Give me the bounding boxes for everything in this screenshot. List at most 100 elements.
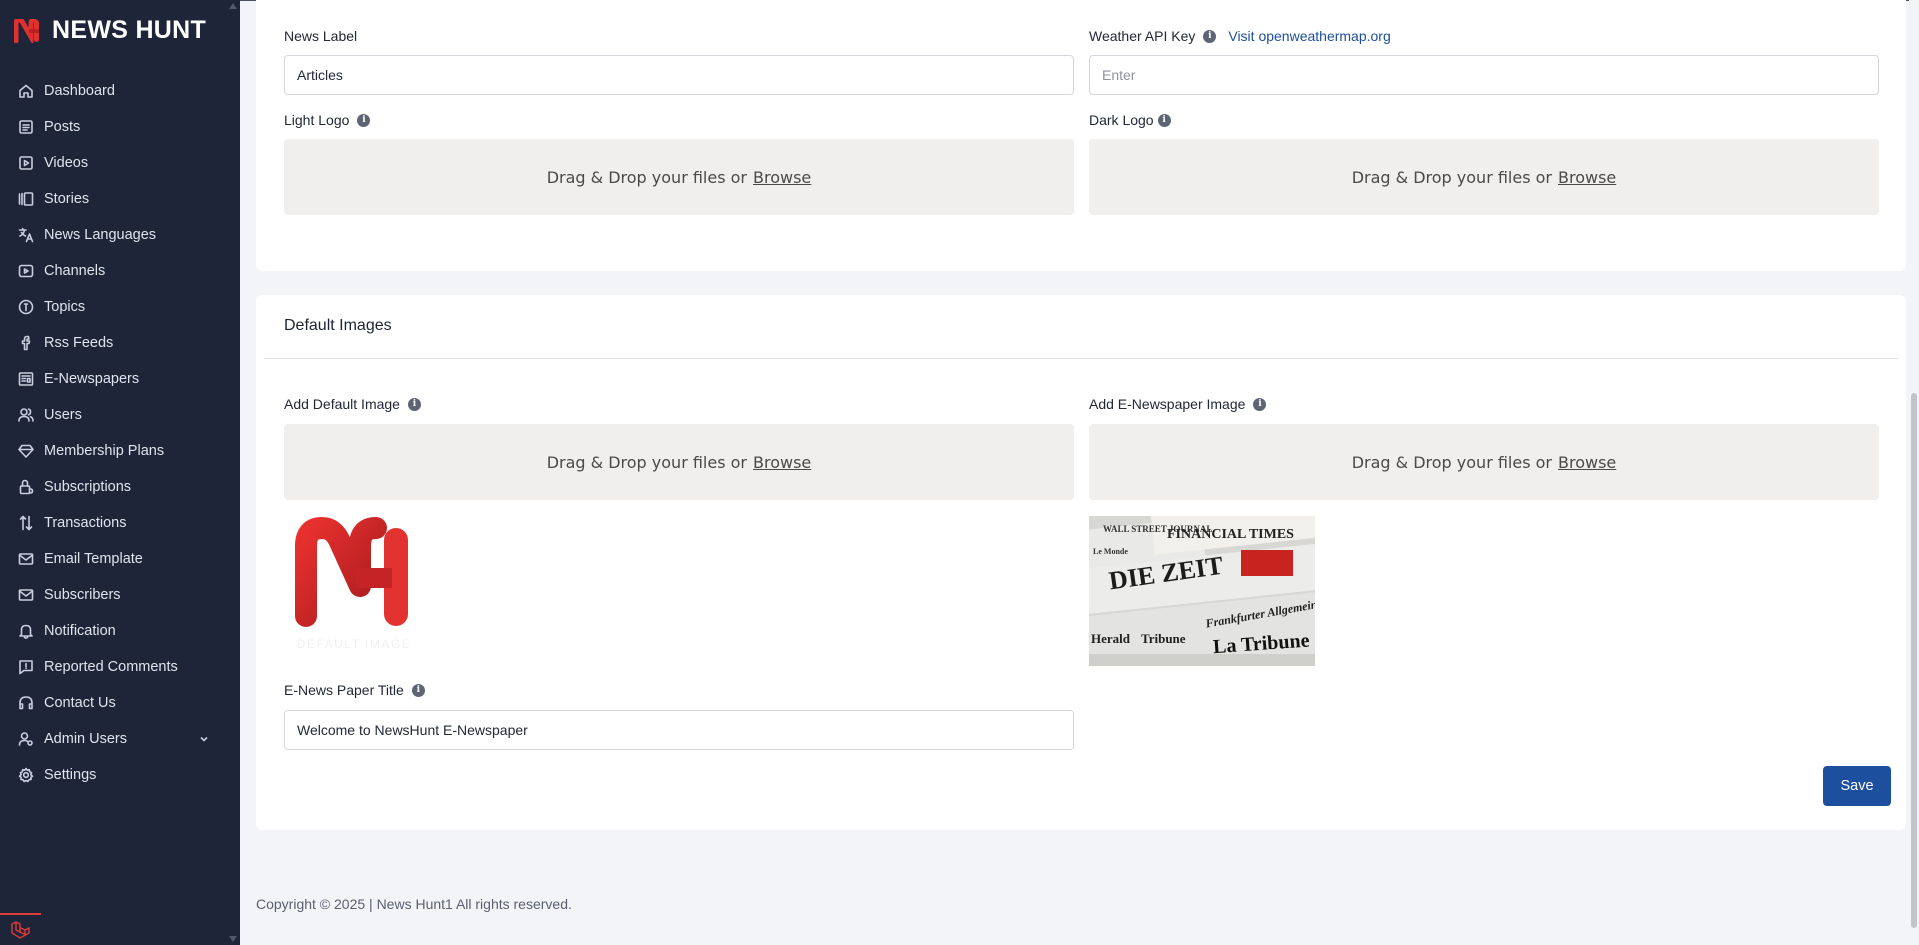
- sidebar-item-membership-plans[interactable]: Membership Plans: [0, 433, 240, 469]
- sidebar-item-label: Membership Plans: [44, 443, 165, 459]
- dropzone-text: Drag & Drop your files or: [546, 167, 748, 187]
- dark-logo-dropzone[interactable]: Drag & Drop your files or Browse: [1089, 139, 1879, 215]
- page-scrollbar[interactable]: [1909, 0, 1919, 945]
- add-default-image-label: Add Default Image i: [284, 396, 421, 412]
- enewspaper-image-dropzone[interactable]: Drag & Drop your files or Browse: [1089, 424, 1879, 500]
- browse-link[interactable]: Browse: [1558, 453, 1616, 472]
- info-icon[interactable]: i: [1203, 29, 1217, 43]
- sidebar-item-settings[interactable]: Settings: [0, 757, 240, 793]
- sidebar-item-label: Topics: [44, 299, 86, 315]
- sidebar-item-label: News Languages: [44, 227, 157, 243]
- default-image-preview: DEFAULT IMAGE: [295, 517, 410, 651]
- sidebar: NEWS HUNT Dashboard Posts Videos Stories…: [0, 0, 240, 945]
- sidebar-item-admin-users[interactable]: Admin Users: [0, 721, 240, 757]
- sidebar-item-users[interactable]: Users: [0, 397, 240, 433]
- rss-icon: [18, 335, 34, 351]
- sidebar-item-label: E-Newspapers: [44, 371, 140, 387]
- default-images-card: Default Images Add Default Image i Drag …: [256, 295, 1906, 830]
- sidebar-item-dashboard[interactable]: Dashboard: [0, 73, 240, 109]
- sidebar-item-label: Users: [44, 407, 82, 423]
- light-logo-text: Light Logo: [284, 112, 350, 128]
- openweathermap-link[interactable]: Visit openweathermap.org: [1228, 28, 1390, 44]
- enews-title-input[interactable]: [284, 710, 1074, 750]
- sidebar-item-label: Dashboard: [44, 83, 115, 99]
- sidebar-item-label: Admin Users: [44, 731, 127, 747]
- sidebar-item-contact-us[interactable]: Contact Us: [0, 685, 240, 721]
- sidebar-item-stories[interactable]: Stories: [0, 181, 240, 217]
- default-image-dropzone[interactable]: Drag & Drop your files or Browse: [284, 424, 1074, 500]
- sidebar-item-email-template[interactable]: Email Template: [0, 541, 240, 577]
- mail-icon: [18, 587, 34, 603]
- users-icon: [18, 407, 34, 423]
- sidebar-item-news-languages[interactable]: News Languages: [0, 217, 240, 253]
- add-enewspaper-image-text: Add E-Newspaper Image: [1089, 396, 1246, 412]
- diamond-icon: [18, 443, 34, 459]
- save-button[interactable]: Save: [1823, 766, 1891, 806]
- light-logo-dropzone[interactable]: Drag & Drop your files or Browse: [284, 139, 1074, 215]
- weather-api-key-text: Weather API Key: [1089, 28, 1196, 44]
- sidebar-item-label: Reported Comments: [44, 659, 178, 675]
- sidebar-item-label: Subscribers: [44, 587, 121, 603]
- sidebar-item-transactions[interactable]: Transactions: [0, 505, 240, 541]
- weather-api-key-input[interactable]: [1089, 55, 1879, 95]
- headset-icon: [18, 695, 34, 711]
- scrollbar-thumb[interactable]: [1911, 393, 1917, 928]
- info-icon[interactable]: i: [407, 397, 421, 411]
- bell-icon: [18, 623, 34, 639]
- main-content: News Label Weather API Key i Visit openw…: [240, 0, 1919, 945]
- browse-link[interactable]: Browse: [753, 453, 811, 472]
- sidebar-item-subscribers[interactable]: Subscribers: [0, 577, 240, 613]
- debugbar-toggle[interactable]: [0, 913, 41, 945]
- home-icon: [18, 83, 34, 99]
- info-icon[interactable]: i: [411, 683, 425, 697]
- headline-le-monde: Le Monde: [1093, 547, 1128, 556]
- enews-title-label: E-News Paper Title i: [284, 682, 425, 698]
- language-icon: [18, 227, 34, 243]
- sidebar-item-label: Contact Us: [44, 695, 116, 711]
- browse-link[interactable]: Browse: [753, 168, 811, 187]
- section-title: Default Images: [284, 317, 392, 334]
- chevron-down-icon[interactable]: [198, 732, 210, 744]
- sidebar-item-posts[interactable]: Posts: [0, 109, 240, 145]
- footer-copyright: Copyright © 2025 | News Hunt1 All rights…: [256, 896, 572, 912]
- enews-title-text: E-News Paper Title: [284, 682, 404, 698]
- light-logo-label: Light Logo i: [284, 112, 371, 128]
- dropzone-text: Drag & Drop your files or: [1351, 167, 1553, 187]
- info-icon[interactable]: i: [357, 113, 371, 127]
- sidebar-item-reported-comments[interactable]: Reported Comments: [0, 649, 240, 685]
- sidebar-item-rss-feeds[interactable]: Rss Feeds: [0, 325, 240, 361]
- info-icon[interactable]: i: [1253, 397, 1267, 411]
- sidebar-item-label: Transactions: [44, 515, 127, 531]
- topic-icon: [18, 299, 34, 315]
- sidebar-item-label: Videos: [44, 155, 89, 171]
- sidebar-item-notification[interactable]: Notification: [0, 613, 240, 649]
- sidebar-scroll-down-arrow[interactable]: [229, 936, 237, 942]
- list-icon: [18, 119, 34, 135]
- sidebar-item-subscriptions[interactable]: Subscriptions: [0, 469, 240, 505]
- news-label-input[interactable]: [284, 55, 1074, 95]
- comment-alert-icon: [18, 659, 34, 675]
- transactions-icon: [18, 515, 34, 531]
- sidebar-item-channels[interactable]: Channels: [0, 253, 240, 289]
- sidebar-item-label: Posts: [44, 119, 81, 135]
- add-enewspaper-image-label: Add E-Newspaper Image i: [1089, 396, 1267, 412]
- sidebar-item-e-newspapers[interactable]: E-Newspapers: [0, 361, 240, 397]
- info-icon[interactable]: i: [1157, 113, 1171, 127]
- sidebar-item-videos[interactable]: Videos: [0, 145, 240, 181]
- enewspaper-image-preview: WALL STREET JOURNAL FINANCIAL TIMES Le M…: [1089, 516, 1315, 666]
- sidebar-scroll-up-arrow[interactable]: [229, 3, 237, 9]
- mail-icon: [18, 551, 34, 567]
- sidebar-item-label: Stories: [44, 191, 90, 207]
- sidebar-item-label: Subscriptions: [44, 479, 132, 495]
- sidebar-item-label: Channels: [44, 263, 106, 279]
- laravel-icon: [10, 921, 30, 939]
- headline-ft: FINANCIAL TIMES: [1167, 527, 1294, 542]
- dark-logo-label: Dark Logo i: [1089, 112, 1171, 128]
- headline-tribune: Tribune: [1141, 631, 1186, 646]
- brand-logo[interactable]: NEWS HUNT: [14, 16, 206, 45]
- channel-icon: [18, 263, 34, 279]
- browse-link[interactable]: Browse: [1558, 168, 1616, 187]
- add-default-image-text: Add Default Image: [284, 396, 400, 412]
- sidebar-item-topics[interactable]: Topics: [0, 289, 240, 325]
- news-label-text: News Label: [284, 28, 358, 44]
